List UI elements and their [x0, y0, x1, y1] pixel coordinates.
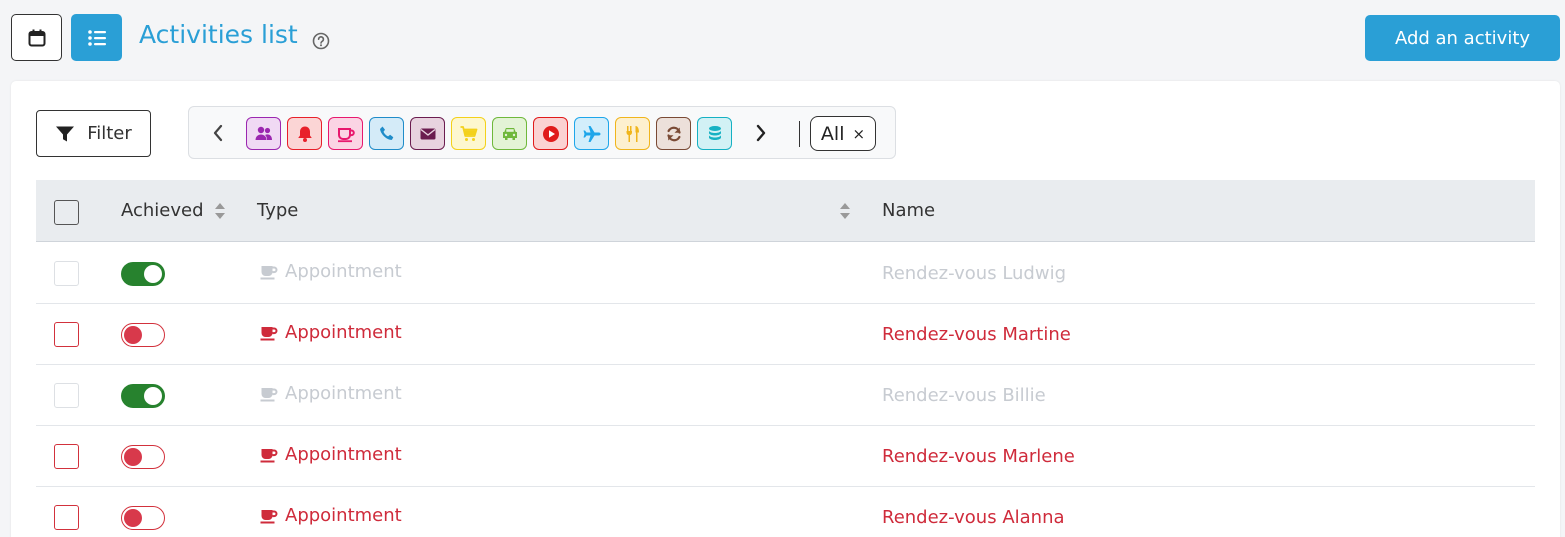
type-label: Appointment — [285, 261, 402, 282]
toggle-knob — [124, 326, 142, 344]
coffee-cup-icon — [337, 127, 355, 142]
prev-types-button[interactable] — [208, 119, 228, 147]
refresh-icon — [666, 126, 681, 141]
type-chip-car[interactable] — [492, 117, 527, 150]
row-checkbox[interactable] — [54, 322, 79, 347]
activity-name[interactable]: Rendez-vous Ludwig — [882, 263, 1066, 284]
table-row[interactable]: Appointment Rendez-vous Ludwig — [36, 243, 1535, 304]
activity-name[interactable]: Rendez-vous Alanna — [882, 507, 1065, 528]
type-label: Appointment — [285, 322, 402, 343]
cutlery-icon — [626, 125, 639, 142]
filter-label: Filter — [87, 123, 132, 144]
clear-icon[interactable]: × — [852, 125, 865, 143]
type-chip-airplane[interactable] — [574, 117, 609, 150]
activity-name[interactable]: Rendez-vous Billie — [882, 385, 1046, 406]
type-chip-cart[interactable] — [451, 117, 486, 150]
type-chip-coins[interactable] — [697, 117, 732, 150]
chevron-right-icon — [756, 124, 766, 142]
next-types-button[interactable] — [751, 119, 771, 147]
name-column-header[interactable]: Name — [882, 200, 935, 221]
achieved-toggle[interactable] — [121, 445, 165, 469]
list-icon — [87, 29, 106, 46]
car-icon — [502, 127, 517, 140]
header-bar: Activities list Add an activity — [0, 0, 1565, 80]
type-chip-phone[interactable] — [369, 117, 404, 150]
airplane-icon — [583, 125, 600, 142]
type-label: Appointment — [285, 505, 402, 526]
coins-icon — [708, 125, 721, 140]
type-chip-coffee-cup[interactable] — [328, 117, 363, 150]
toggle-knob — [144, 387, 162, 405]
add-activity-button[interactable]: Add an activity — [1365, 15, 1560, 61]
activity-name[interactable]: Rendez-vous Marlene — [882, 446, 1075, 467]
sort-icon[interactable] — [213, 201, 227, 221]
type-chip-users[interactable] — [246, 117, 281, 150]
table-row[interactable]: Appointment Rendez-vous Marlene — [36, 426, 1535, 487]
toggle-knob — [144, 265, 162, 283]
envelope-icon — [420, 128, 435, 139]
coffee-cup-icon — [260, 509, 278, 523]
type-cell: Appointment — [257, 444, 402, 465]
coffee-cup-icon — [260, 448, 278, 462]
achieved-toggle[interactable] — [121, 262, 165, 286]
achieved-toggle[interactable] — [121, 323, 165, 347]
filter-button[interactable]: Filter — [36, 110, 151, 157]
divider — [799, 121, 800, 147]
coffee-cup-icon — [260, 326, 278, 340]
select-all-checkbox[interactable] — [54, 200, 79, 225]
type-filter-bar: All × — [188, 106, 896, 159]
type-chip-envelope[interactable] — [410, 117, 445, 150]
chevron-left-icon — [213, 124, 223, 142]
type-label: Appointment — [285, 444, 402, 465]
type-chip-cutlery[interactable] — [615, 117, 650, 150]
calendar-icon — [28, 29, 45, 46]
table-row[interactable]: Appointment Rendez-vous Alanna — [36, 487, 1535, 537]
help-icon[interactable] — [312, 32, 330, 50]
type-cell: Appointment — [257, 505, 402, 526]
type-cell: Appointment — [257, 383, 402, 404]
users-icon — [255, 126, 272, 140]
activity-name[interactable]: Rendez-vous Martine — [882, 324, 1071, 345]
row-checkbox[interactable] — [54, 261, 79, 286]
coffee-cup-icon — [260, 265, 278, 279]
achieved-column-header[interactable]: Achieved — [121, 200, 204, 221]
coffee-cup-icon — [260, 387, 278, 401]
type-chip-refresh[interactable] — [656, 117, 691, 150]
phone-icon — [379, 126, 393, 140]
cart-icon — [460, 125, 477, 141]
type-chip-bell[interactable] — [287, 117, 322, 150]
achieved-toggle[interactable] — [121, 506, 165, 530]
funnel-icon — [56, 126, 75, 141]
page-title: Activities list — [139, 20, 298, 49]
play-circle-icon — [542, 125, 559, 142]
calendar-view-button[interactable] — [11, 14, 62, 61]
achieved-toggle[interactable] — [121, 384, 165, 408]
row-checkbox[interactable] — [54, 505, 79, 530]
table-header: Achieved Type Name — [36, 180, 1535, 242]
all-label: All — [820, 122, 845, 145]
list-view-button[interactable] — [71, 14, 122, 61]
table-row[interactable]: Appointment Rendez-vous Billie — [36, 365, 1535, 426]
sort-icon[interactable] — [838, 201, 852, 221]
type-column-header[interactable]: Type — [257, 200, 298, 221]
row-checkbox[interactable] — [54, 444, 79, 469]
table-row[interactable]: Appointment Rendez-vous Martine — [36, 304, 1535, 365]
toggle-knob — [124, 509, 142, 527]
all-types-chip[interactable]: All × — [810, 116, 876, 151]
type-cell: Appointment — [257, 322, 402, 343]
bell-icon — [297, 126, 312, 142]
type-label: Appointment — [285, 383, 402, 404]
toggle-knob — [124, 448, 142, 466]
type-cell: Appointment — [257, 261, 402, 282]
row-checkbox[interactable] — [54, 383, 79, 408]
type-chip-play-circle[interactable] — [533, 117, 568, 150]
